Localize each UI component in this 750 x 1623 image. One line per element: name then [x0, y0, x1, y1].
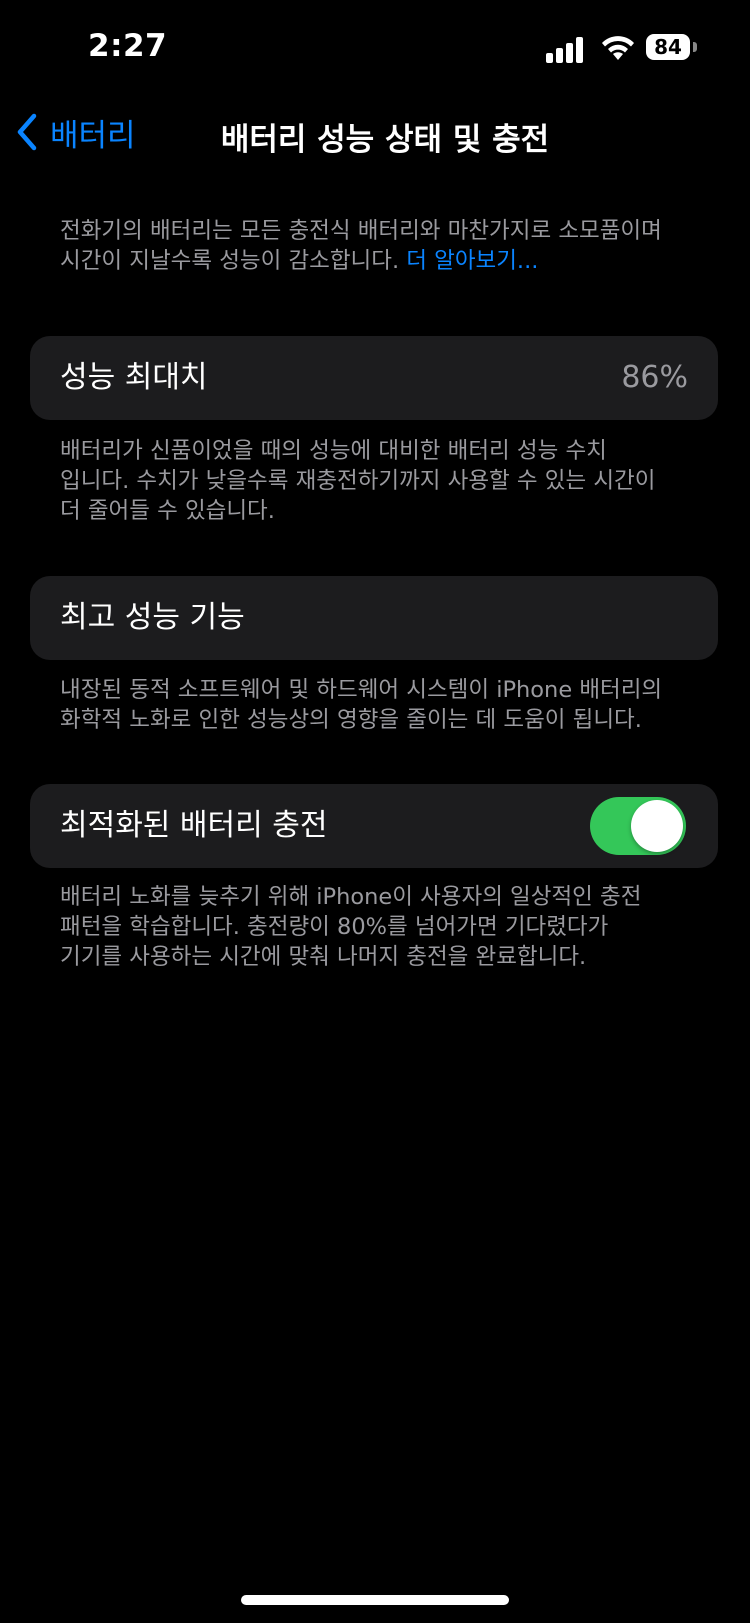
home-indicator[interactable]	[241, 1595, 509, 1605]
peak-performance-footer-line-1: 내장된 동적 소프트웨어 및 하드웨어 시스템이 iPhone 배터리의	[60, 677, 663, 703]
optimized-charging-footer-line-3: 기기를 사용하는 시간에 맞춰 나머지 충전을 완료합니다.	[60, 944, 587, 970]
peak-performance-label: 최고 성능 기능	[60, 600, 245, 635]
max-capacity-value: 86%	[621, 360, 688, 395]
intro-line-2: 시간이 지날수록 성능이 감소합니다. 더 알아보기...	[60, 246, 700, 276]
battery-level: 84	[646, 34, 690, 60]
peak-performance-footer: 내장된 동적 소프트웨어 및 하드웨어 시스템이 iPhone 배터리의 화학적…	[60, 675, 700, 735]
peak-performance-footer-line-2: 화학적 노화로 인한 성능상의 영향을 줄이는 데 도움이 됩니다.	[60, 707, 642, 733]
max-capacity-cell: 성능 최대치 86%	[30, 336, 718, 420]
max-capacity-label: 성능 최대치	[60, 360, 208, 395]
max-capacity-footer-line-2: 입니다. 수치가 낮을수록 재충전하기까지 사용할 수 있는 시간이	[60, 468, 656, 494]
toggle-knob	[631, 800, 683, 852]
status-bar: 2:27 84	[0, 0, 750, 100]
optimized-charging-footer: 배터리 노화를 늦추기 위해 iPhone이 사용자의 일상적인 충전 패턴을 …	[60, 882, 700, 972]
wifi-icon	[602, 36, 634, 60]
optimized-charging-footer-line-2: 패턴을 학습합니다. 충전량이 80%를 넘어가면 기다렸다가	[60, 914, 609, 940]
learn-more-link[interactable]: 더 알아보기...	[406, 248, 538, 274]
battery-icon: 84	[646, 34, 698, 62]
navigation-bar: 배터리 배터리 성능 상태 및 충전	[0, 100, 750, 164]
cellular-signal-icon	[546, 35, 586, 63]
max-capacity-footer-line-1: 배터리가 신품이었을 때의 성능에 대비한 배터리 성능 수치	[60, 438, 607, 464]
intro-description: 전화기의 배터리는 모든 충전식 배터리와 마찬가지로 소모품이며 시간이 지날…	[60, 216, 700, 276]
optimized-charging-footer-line-1: 배터리 노화를 늦추기 위해 iPhone이 사용자의 일상적인 충전	[60, 884, 642, 910]
max-capacity-footer-line-3: 더 줄어들 수 있습니다.	[60, 498, 275, 524]
optimized-charging-cell: 최적화된 배터리 충전	[30, 784, 718, 868]
optimized-charging-label: 최적화된 배터리 충전	[60, 808, 328, 843]
intro-line-2-text: 시간이 지날수록 성능이 감소합니다.	[60, 248, 407, 274]
optimized-charging-toggle[interactable]	[590, 797, 686, 855]
page-title: 배터리 성능 상태 및 충전	[220, 122, 550, 158]
intro-line-1: 전화기의 배터리는 모든 충전식 배터리와 마찬가지로 소모품이며	[60, 218, 662, 244]
max-capacity-footer: 배터리가 신품이었을 때의 성능에 대비한 배터리 성능 수치 입니다. 수치가…	[60, 436, 700, 526]
peak-performance-cell: 최고 성능 기능	[30, 576, 718, 660]
status-time: 2:27	[88, 28, 168, 64]
